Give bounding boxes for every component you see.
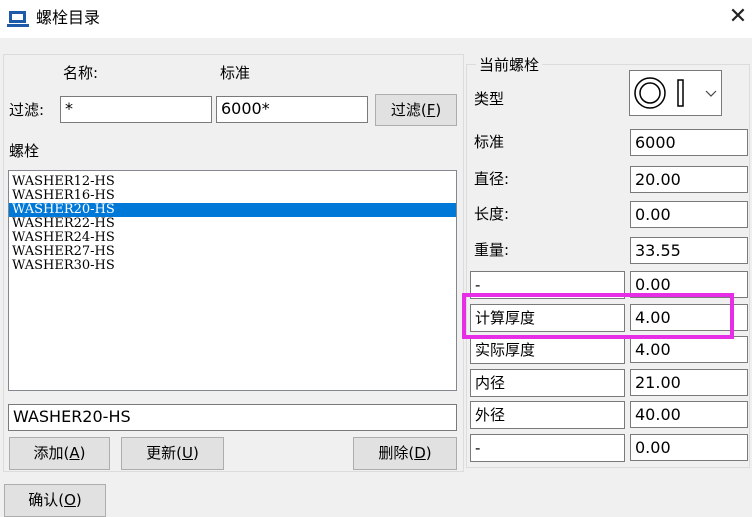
length-field-label: 长度: bbox=[474, 205, 510, 223]
list-item[interactable]: WASHER22-HS bbox=[9, 217, 456, 231]
delete-button-hotkey: D bbox=[414, 444, 426, 462]
filter-button-label: 过滤 bbox=[390, 101, 421, 119]
list-item-selected[interactable]: WASHER20-HS bbox=[9, 203, 456, 217]
delete-button-label: 删除 bbox=[378, 444, 409, 462]
filter-button-hotkey: F bbox=[426, 101, 436, 119]
inner-diameter-label[interactable]: 内径 bbox=[470, 369, 625, 397]
diameter-field-label: 直径: bbox=[474, 170, 510, 188]
delete-button[interactable]: 删除(D) bbox=[353, 437, 457, 470]
list-item[interactable]: WASHER12-HS bbox=[9, 175, 456, 189]
filter-button[interactable]: 过滤(F) bbox=[375, 94, 457, 126]
window-title: 螺栓目录 bbox=[36, 8, 101, 27]
add-button[interactable]: 添加(A) bbox=[9, 437, 110, 470]
update-button-hotkey: U bbox=[182, 444, 193, 462]
update-button-label: 更新 bbox=[146, 444, 177, 462]
filter-label: 过滤: bbox=[9, 101, 45, 119]
list-item[interactable]: WASHER30-HS bbox=[9, 259, 456, 273]
bolt-name-input[interactable]: WASHER20-HS bbox=[8, 404, 457, 431]
diameter-field-value[interactable]: 20.00 bbox=[630, 166, 748, 193]
current-bolt-group-title: 当前螺栓 bbox=[476, 55, 543, 75]
title-bar bbox=[0, 0, 752, 38]
custom-field-label-2[interactable]: - bbox=[470, 434, 625, 462]
standard-field-value[interactable]: 6000 bbox=[630, 129, 748, 156]
update-button[interactable]: 更新(U) bbox=[121, 437, 224, 470]
chevron-down-icon bbox=[705, 90, 717, 97]
outer-diameter-value[interactable]: 40.00 bbox=[630, 401, 748, 428]
filter-standard-input[interactable]: 6000* bbox=[216, 96, 368, 123]
custom-field-value-2[interactable]: 0.00 bbox=[630, 434, 748, 461]
actual-thickness-value[interactable]: 4.00 bbox=[630, 336, 748, 363]
confirm-button-label: 确认 bbox=[28, 491, 59, 509]
type-label: 类型 bbox=[474, 90, 505, 108]
inner-diameter-value[interactable]: 21.00 bbox=[630, 369, 748, 396]
weight-field-value[interactable]: 33.55 bbox=[630, 237, 748, 264]
list-item[interactable]: WASHER16-HS bbox=[9, 189, 456, 203]
actual-thickness-label[interactable]: 实际厚度 bbox=[470, 336, 625, 364]
confirm-button-hotkey: O bbox=[64, 491, 76, 509]
add-button-label: 添加 bbox=[33, 444, 64, 462]
name-column-header: 名称: bbox=[63, 64, 99, 82]
length-field-value[interactable]: 0.00 bbox=[630, 201, 748, 228]
list-item[interactable]: WASHER27-HS bbox=[9, 245, 456, 259]
standard-column-header: 标准 bbox=[220, 64, 251, 82]
bolt-list[interactable]: WASHER12-HS WASHER16-HS WASHER20-HS WASH… bbox=[8, 170, 457, 391]
highlight-box bbox=[462, 293, 734, 339]
standard-field-label: 标准 bbox=[474, 133, 505, 151]
list-item[interactable]: WASHER24-HS bbox=[9, 231, 456, 245]
filter-name-input[interactable]: * bbox=[60, 96, 212, 123]
add-button-hotkey: A bbox=[69, 444, 80, 462]
outer-diameter-label[interactable]: 外径 bbox=[470, 401, 625, 429]
confirm-button[interactable]: 确认(O) bbox=[4, 484, 106, 517]
bolt-list-label: 螺栓 bbox=[9, 142, 40, 160]
weight-field-label: 重量: bbox=[474, 241, 510, 259]
washer-type-icon bbox=[634, 77, 684, 109]
close-icon[interactable]: ✕ bbox=[727, 4, 749, 30]
app-icon bbox=[7, 11, 29, 27]
type-dropdown[interactable] bbox=[629, 70, 722, 116]
